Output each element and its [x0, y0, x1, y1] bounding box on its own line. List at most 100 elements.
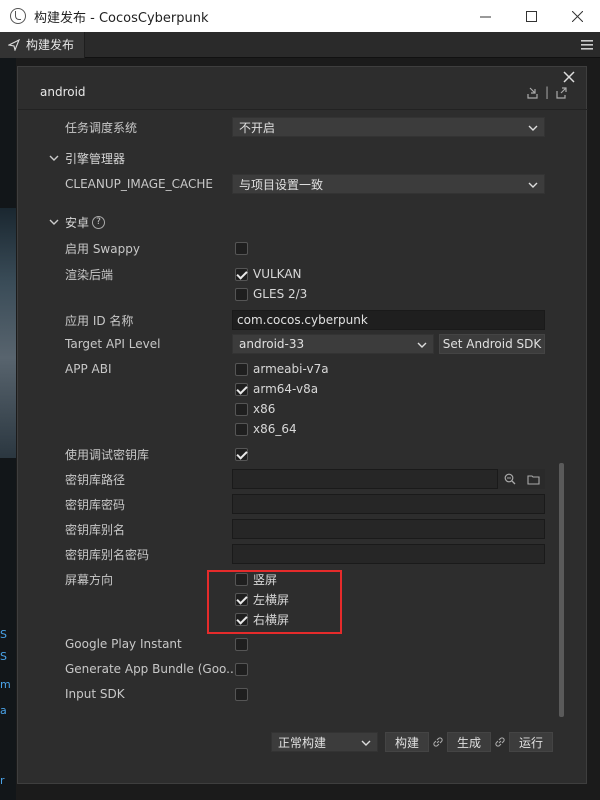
chevron-down-icon — [528, 182, 538, 188]
x86-label: x86 — [253, 402, 276, 416]
hamburger-icon — [581, 39, 593, 50]
close-window-button[interactable] — [554, 0, 600, 32]
chevron-down-icon — [528, 125, 538, 131]
row-app-abi-arm64: arm64-v8a — [18, 378, 548, 400]
help-icon[interactable]: ? — [92, 215, 106, 229]
keystore-folder-button[interactable] — [521, 469, 545, 489]
x86-64-label: x86_64 — [253, 422, 297, 436]
row-debug-keystore: 使用调试密钥库 — [18, 443, 548, 465]
chevron-down-icon — [361, 740, 371, 746]
build-footer: 正常构建 构建 生成 运行 — [271, 731, 553, 753]
tab-label: 构建发布 — [26, 38, 75, 52]
app-id-label: 应用 ID 名称 — [65, 313, 134, 328]
keystore-alias-password-input[interactable] — [232, 544, 545, 564]
row-google-play-instant: Google Play Instant — [18, 633, 548, 655]
chevron-down-icon — [49, 219, 59, 225]
target-api-select[interactable]: android-33 — [232, 334, 434, 354]
window-title: 构建发布 - CocosCyberpunk — [34, 10, 209, 26]
window-titlebar: 构建发布 - CocosCyberpunk — [0, 0, 600, 32]
build-mode-select[interactable]: 正常构建 — [271, 732, 378, 752]
google-play-instant-label: Google Play Instant — [65, 637, 182, 651]
keystore-alias-input[interactable] — [232, 519, 545, 539]
build-button[interactable]: 构建 — [385, 732, 429, 752]
vulkan-label: VULKAN — [253, 267, 302, 281]
row-render-backend: 渲染后端 VULKAN — [18, 263, 548, 285]
row-app-abi-x86: x86 — [18, 398, 548, 420]
x86-checkbox[interactable] — [235, 402, 248, 416]
tab-build-publish[interactable]: 构建发布 — [0, 31, 86, 58]
row-app-bundle: Generate App Bundle (Goo... — [18, 658, 548, 680]
app-abi-label: APP ABI — [65, 362, 112, 376]
highlight-box — [207, 570, 342, 634]
import-icon[interactable] — [526, 86, 539, 99]
build-panel: android | 任务调度系统 不开启 引擎管理器 CLEANUP_IMAGE… — [17, 66, 588, 784]
input-sdk-checkbox[interactable] — [235, 687, 248, 701]
row-keystore-path: 密钥库路径 — [18, 468, 548, 490]
tab-menu-button[interactable] — [574, 32, 600, 58]
task-scheduler-select[interactable]: 不开启 — [232, 117, 545, 137]
target-api-label: Target API Level — [65, 337, 161, 351]
android-section-label: 安卓 — [65, 215, 90, 230]
app-bundle-label: Generate App Bundle (Goo... — [65, 662, 238, 676]
target-api-value: android-33 — [239, 337, 305, 351]
input-sdk-label: Input SDK — [65, 687, 125, 701]
row-app-abi-x86-64: x86_64 — [18, 418, 548, 440]
minimize-button[interactable] — [462, 0, 508, 32]
engine-section-label: 引擎管理器 — [65, 151, 126, 166]
app-id-input[interactable]: com.cocos.cyberpunk — [232, 310, 545, 330]
swappy-checkbox[interactable] — [235, 241, 248, 255]
maximize-button[interactable] — [508, 0, 554, 32]
row-keystore-password: 密钥库密码 — [18, 493, 548, 515]
window-controls — [462, 0, 600, 32]
bg-label: S — [0, 650, 7, 663]
google-play-instant-checkbox[interactable] — [235, 637, 248, 651]
row-task-scheduler: 任务调度系统 不开启 — [18, 116, 548, 138]
app-bundle-checkbox[interactable] — [235, 662, 248, 676]
debug-keystore-label: 使用调试密钥库 — [65, 447, 150, 462]
bg-label: S — [0, 628, 7, 641]
tab-strip: 构建发布 — [0, 31, 600, 58]
task-scheduler-label: 任务调度系统 — [65, 120, 138, 135]
maximize-icon — [525, 10, 537, 22]
build-mode-value: 正常构建 — [278, 735, 327, 750]
link-icon — [431, 735, 445, 749]
vulkan-checkbox[interactable] — [235, 267, 248, 281]
render-backend-label: 渲染后端 — [65, 267, 114, 282]
background-scene-image — [0, 208, 16, 458]
make-button[interactable]: 生成 — [447, 732, 491, 752]
row-app-abi: APP ABI armeabi-v7a — [18, 358, 548, 380]
arm64-v8a-label: arm64-v8a — [253, 382, 319, 396]
close-icon — [571, 10, 583, 22]
gles-checkbox[interactable] — [235, 287, 248, 301]
header-actions: | — [526, 85, 568, 99]
arm64-v8a-checkbox[interactable] — [235, 382, 248, 396]
background-editor: S S m a r — [0, 58, 16, 800]
header-divider — [18, 109, 588, 110]
armeabi-v7a-checkbox[interactable] — [235, 362, 248, 376]
search-icon — [504, 473, 515, 485]
app-icon — [10, 8, 26, 24]
link-icon — [493, 735, 507, 749]
bg-label: a — [0, 704, 7, 717]
set-android-sdk-button[interactable]: Set Android SDK — [439, 334, 545, 354]
keystore-alias-label: 密钥库别名 — [65, 522, 126, 537]
scrollbar[interactable] — [559, 463, 564, 717]
keystore-search-button[interactable] — [498, 469, 521, 489]
chevron-down-icon — [49, 155, 59, 161]
armeabi-v7a-label: armeabi-v7a — [253, 362, 329, 376]
row-keystore-alias: 密钥库别名 — [18, 518, 548, 540]
keystore-password-label: 密钥库密码 — [65, 497, 126, 512]
orientation-label: 屏幕方向 — [65, 572, 114, 587]
engine-section-header[interactable]: 引擎管理器 — [49, 147, 125, 169]
android-section-header[interactable]: 安卓 ? — [49, 211, 106, 233]
keystore-path-input[interactable] — [232, 469, 498, 489]
chevron-down-icon — [417, 342, 427, 348]
export-icon[interactable] — [555, 86, 568, 99]
debug-keystore-checkbox[interactable] — [235, 447, 248, 461]
keystore-password-input[interactable] — [232, 494, 545, 514]
row-app-id: 应用 ID 名称 com.cocos.cyberpunk — [18, 309, 548, 331]
x86-64-checkbox[interactable] — [235, 422, 248, 436]
run-button[interactable]: 运行 — [509, 732, 553, 752]
cleanup-cache-select[interactable]: 与项目设置一致 — [232, 174, 545, 194]
row-swappy: 启用 Swappy — [18, 237, 548, 259]
